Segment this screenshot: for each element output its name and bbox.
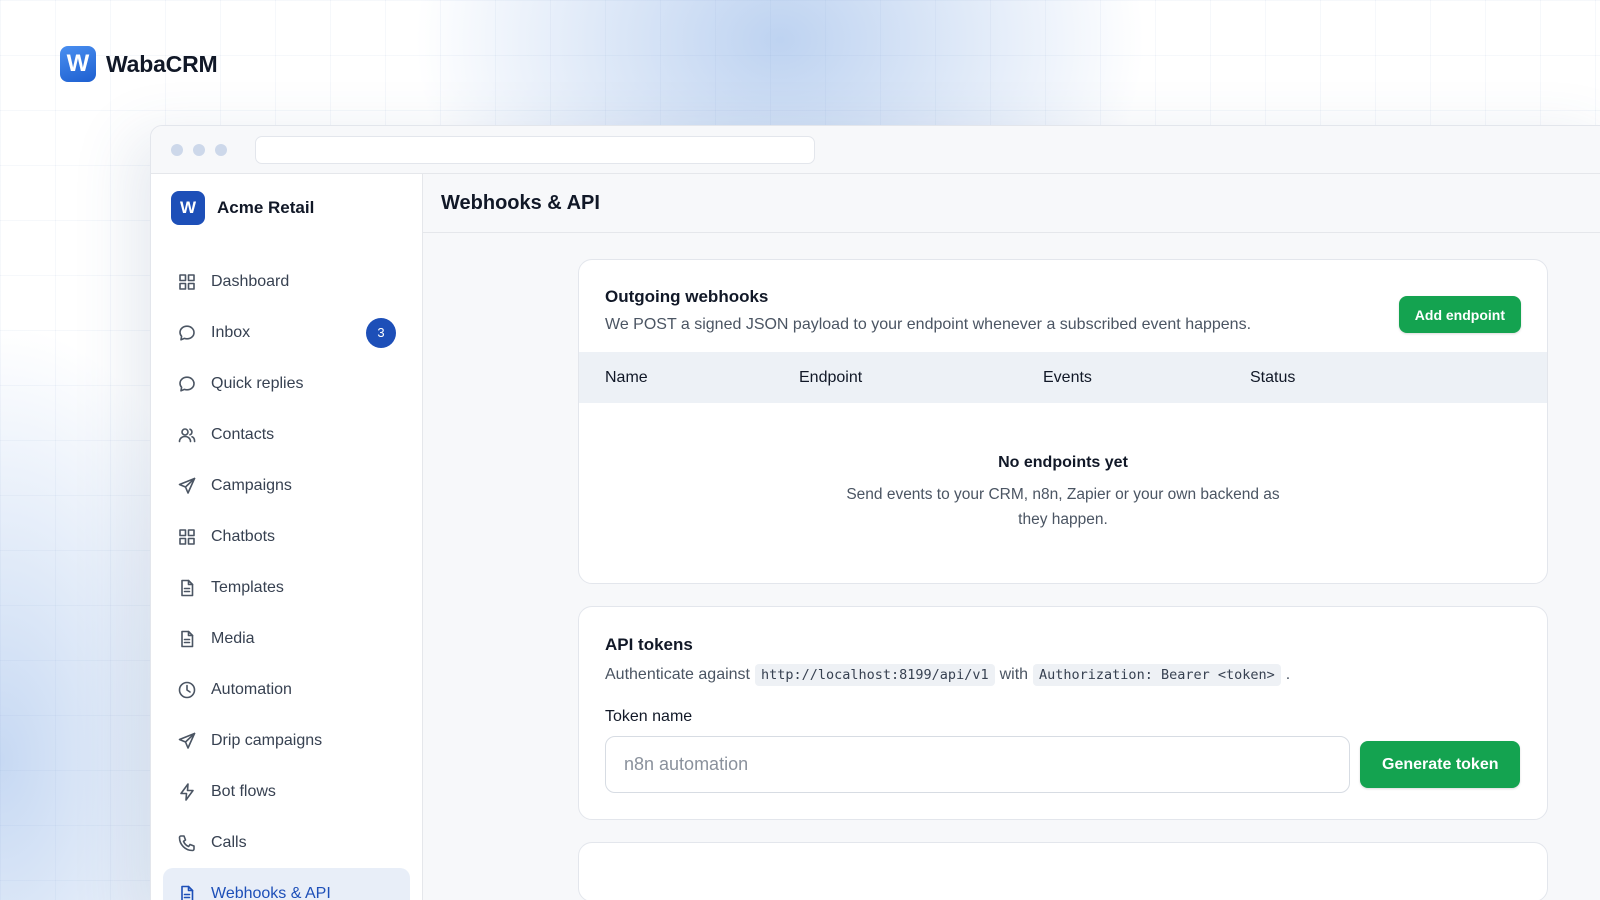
webhooks-table-header: Name Endpoint Events Status [579, 352, 1547, 403]
sidebar-item-contacts[interactable]: Contacts [163, 409, 410, 460]
sidebar-item-label: Media [211, 629, 255, 647]
sidebar-item-templates[interactable]: Templates [163, 562, 410, 613]
add-endpoint-button[interactable]: Add endpoint [1398, 296, 1521, 333]
auth-header-example: Authorization: Bearer <token> [1033, 664, 1281, 686]
sidebar-item-label: Dashboard [211, 272, 290, 290]
bolt-icon [180, 782, 194, 801]
send-icon [178, 732, 196, 749]
sidebar-item-dashboard[interactable]: Dashboard [163, 256, 410, 307]
sidebar-item-label: Drip campaigns [211, 731, 323, 749]
window-chrome [151, 126, 1600, 174]
page-header: Webhooks & API [423, 174, 1600, 233]
token-form-row: Generate token [605, 736, 1521, 793]
auth-mid-text: with [999, 666, 1029, 683]
sidebar-item-automation[interactable]: Automation [163, 664, 410, 715]
sidebar-item-label: Bot flows [211, 782, 276, 800]
auth-prefix-text: Authenticate against [605, 666, 750, 683]
sidebar-item-quick-replies[interactable]: Quick replies [163, 358, 410, 409]
window-dot-minimize[interactable] [193, 143, 205, 156]
column-header-name[interactable]: Name [605, 369, 799, 387]
document-icon [181, 579, 194, 596]
token-name-input[interactable] [605, 736, 1350, 793]
webhooks-card: Outgoing webhooks We POST a signed JSON … [578, 259, 1548, 584]
sidebar-item-bot-flows[interactable]: Bot flows [163, 766, 410, 817]
send-icon [178, 477, 196, 494]
window-dot-close[interactable] [171, 143, 183, 156]
column-header-events[interactable]: Events [1043, 369, 1250, 387]
webhooks-subtitle: We POST a signed JSON payload to your en… [605, 316, 1252, 333]
workspace-switcher[interactable]: W Acme Retail [163, 190, 410, 226]
sidebar-item-label: Contacts [211, 425, 275, 443]
main-panel: Webhooks & API Outgoing webhooks We POST… [423, 174, 1600, 900]
sidebar-item-chatbots[interactable]: Chatbots [163, 511, 410, 562]
grid-icon [179, 273, 195, 290]
grid-icon [179, 528, 195, 545]
users-icon [178, 427, 196, 442]
sidebar: W Acme Retail Dashboard Inbox 3 Quick re… [151, 174, 423, 900]
webhooks-title: Outgoing webhooks [605, 287, 769, 306]
sidebar-item-label: Automation [211, 680, 292, 698]
brand-name: WabaCRM [106, 50, 218, 77]
empty-state-description: Send events to your CRM, n8n, Zapier or … [846, 486, 1280, 528]
sidebar-item-label: Calls [211, 833, 247, 851]
app-body: W Acme Retail Dashboard Inbox 3 Quick re… [151, 174, 1600, 900]
next-section-card [578, 842, 1548, 900]
sidebar-item-drip-campaigns[interactable]: Drip campaigns [163, 715, 410, 766]
unread-count-badge: 3 [366, 317, 396, 348]
brand-logo: W [60, 46, 96, 82]
sidebar-item-calls[interactable]: Calls [163, 817, 410, 868]
column-header-status[interactable]: Status [1250, 369, 1295, 387]
empty-state-title: No endpoints yet [998, 454, 1128, 471]
document-icon [181, 885, 194, 900]
sidebar-item-label: Templates [211, 578, 284, 596]
window-dot-maximize[interactable] [215, 143, 227, 156]
sidebar-item-media[interactable]: Media [163, 613, 410, 664]
page-title: Webhooks & API [441, 191, 600, 214]
page-content: Outgoing webhooks We POST a signed JSON … [423, 233, 1600, 900]
api-tokens-description: Authenticate against http://localhost:81… [605, 664, 1521, 686]
chat-bubble-icon [179, 375, 195, 392]
api-tokens-title: API tokens [605, 635, 693, 654]
webhooks-empty-state: No endpoints yet Send events to your CRM… [579, 403, 1547, 583]
document-icon [181, 630, 194, 647]
api-tokens-card: API tokens Authenticate against http://l… [578, 606, 1548, 820]
chat-bubble-icon [179, 324, 195, 341]
sidebar-item-label: Campaigns [211, 476, 292, 494]
sidebar-item-label: Chatbots [211, 527, 276, 545]
workspace-logo: W [171, 191, 205, 225]
brand: W WabaCRM [60, 46, 218, 82]
auth-suffix-text: . [1285, 666, 1291, 683]
sidebar-item-campaigns[interactable]: Campaigns [163, 460, 410, 511]
app-window: W Acme Retail Dashboard Inbox 3 Quick re… [150, 125, 1600, 900]
column-header-endpoint[interactable]: Endpoint [799, 369, 1043, 387]
sidebar-item-label: Quick replies [211, 374, 304, 392]
sidebar-item-label: Webhooks & API [211, 884, 331, 900]
clock-icon [178, 681, 196, 698]
address-bar[interactable] [255, 135, 815, 164]
api-base-url: http://localhost:8199/api/v1 [755, 664, 995, 686]
token-name-label: Token name [605, 708, 693, 725]
webhooks-card-header: Outgoing webhooks We POST a signed JSON … [579, 260, 1547, 352]
sidebar-item-label: Inbox [211, 323, 251, 341]
sidebar-item-webhooks-api[interactable]: Webhooks & API [163, 868, 410, 900]
generate-token-button[interactable]: Generate token [1360, 741, 1521, 788]
sidebar-item-inbox[interactable]: Inbox 3 [163, 307, 410, 358]
workspace-name: Acme Retail [217, 198, 315, 217]
phone-icon [178, 834, 195, 851]
